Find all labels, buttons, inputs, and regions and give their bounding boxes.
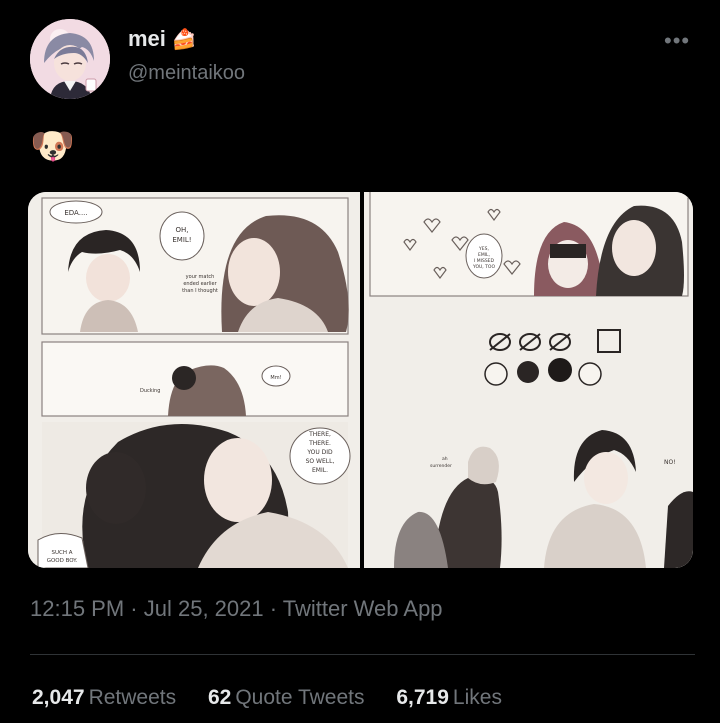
bubble-mm: Mm! (270, 375, 281, 381)
caption-line1: your match (186, 274, 215, 280)
quote-tweets-stat[interactable]: 62 Quote Tweets (208, 686, 365, 710)
meta-separator: · (263, 596, 283, 621)
retweets-stat[interactable]: 2,047 Retweets (32, 686, 176, 710)
tweet-time[interactable]: 12:15 PM (30, 596, 124, 621)
bubble-there-2: THERE. (308, 440, 331, 447)
bubble-no: NO! (664, 459, 676, 466)
cake-emoji-icon: 🍰 (171, 29, 197, 51)
more-options-icon[interactable]: ••• (664, 28, 690, 54)
caption-line3: than I thought (182, 288, 218, 294)
caption-ah: ah (442, 456, 448, 462)
comic-page-left: EDA.... OH, EMIL! your match ended earli… (28, 192, 360, 568)
tweet-source[interactable]: Twitter Web App (283, 596, 443, 621)
tweet-date[interactable]: Jul 25, 2021 (144, 596, 264, 621)
likes-count: 6,719 (396, 686, 449, 709)
retweets-count: 2,047 (32, 686, 85, 709)
engagement-stats: 2,047 Retweets 62 Quote Tweets 6,719 Likes (32, 686, 528, 710)
avatar[interactable] (30, 19, 110, 99)
bubble-there-3: YOU DID (306, 449, 333, 456)
tweet-text: 🐶 (30, 125, 75, 166)
tweet-media[interactable]: EDA.... OH, EMIL! your match ended earli… (28, 192, 693, 568)
avatar-illustration (30, 19, 110, 99)
caption-surrender: surrender (430, 463, 452, 469)
sfx-ducking: Ducking (140, 388, 160, 394)
bubble-oh-line1: OH, (176, 226, 189, 234)
quote-tweets-label: Quote Tweets (235, 686, 365, 709)
display-name-text: mei (128, 26, 166, 51)
bubble-good-boy-2: GOOD BOY. (47, 558, 78, 564)
retweets-label: Retweets (88, 686, 177, 709)
bubble-there-1: THERE, (308, 431, 331, 438)
bubble-missed-2: EMIL, (478, 252, 490, 258)
bubble-good-boy-1: SUCH A (51, 550, 72, 556)
quote-tweets-count: 62 (207, 686, 232, 709)
bubble-oh-line2: EMIL! (172, 236, 191, 244)
display-name[interactable]: mei 🍰 (128, 26, 197, 52)
likes-stat[interactable]: 6,719 Likes (396, 686, 502, 710)
bubble-eda: EDA.... (64, 209, 87, 217)
bubble-missed-3: I MISSED (474, 258, 495, 264)
user-handle[interactable]: @meintaikoo (128, 62, 245, 85)
divider (30, 654, 695, 655)
comic-image-right[interactable]: YES, EMIL, I MISSED YOU, TOO NO! ah surr… (364, 192, 693, 568)
bubble-there-4: SO WELL, (306, 458, 335, 465)
comic-image-left[interactable]: EDA.... OH, EMIL! your match ended earli… (28, 192, 360, 568)
bubble-missed-4: YOU, TOO (472, 264, 495, 270)
bubble-there-5: EMIL. (312, 467, 328, 474)
likes-label: Likes (452, 686, 502, 709)
bubble-missed-1: YES, (478, 246, 489, 252)
meta-separator: · (124, 596, 144, 621)
comic-page-right: YES, EMIL, I MISSED YOU, TOO NO! ah surr… (364, 192, 693, 568)
caption-line2: ended earlier (183, 281, 217, 287)
tweet-meta: 12:15 PM · Jul 25, 2021 · Twitter Web Ap… (30, 596, 443, 622)
